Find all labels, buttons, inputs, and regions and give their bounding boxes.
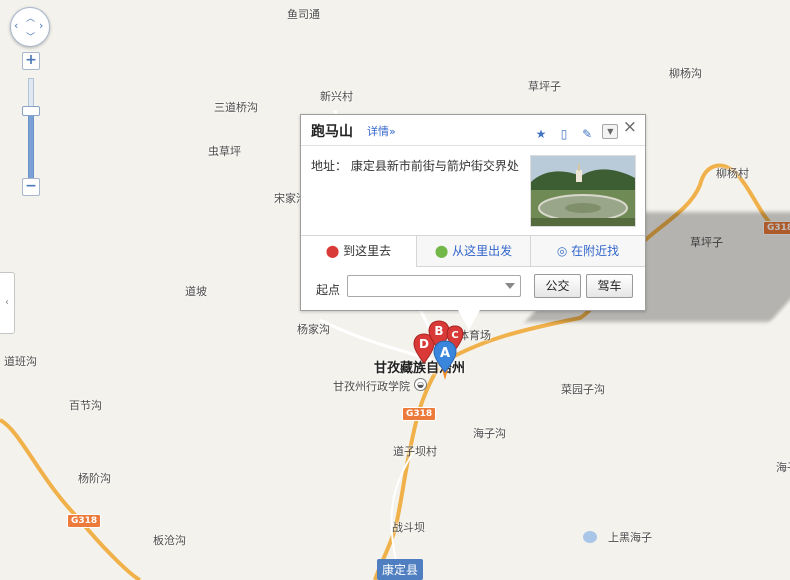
- popup-toolbar: ★ ▯ ✎ ▼: [531, 123, 619, 142]
- label-shangheihaizi: 上黑海子: [608, 531, 652, 544]
- highway-shield-g318-west: G318: [67, 514, 102, 528]
- divider: [301, 145, 645, 146]
- poi-photo[interactable]: [530, 155, 636, 227]
- label-sandaoqiaogou: 三道桥沟: [214, 101, 258, 114]
- pan-right-icon[interactable]: ›: [39, 19, 43, 32]
- label-daobangou: 道班沟: [4, 355, 37, 368]
- label-caiyuanzigou: 菜园子沟: [561, 383, 605, 396]
- road-ring: [390, 449, 416, 561]
- label-haizigou: 海子沟: [473, 427, 506, 440]
- school-icon: ◒: [414, 378, 427, 391]
- label-bancanggou: 板沧沟: [153, 534, 186, 547]
- marker-a[interactable]: A: [433, 340, 457, 380]
- label-haizi-right: 海子: [776, 461, 790, 474]
- popup-pointer: [457, 308, 481, 330]
- edit-icon[interactable]: ✎: [579, 126, 595, 142]
- highway-shield-g318-center: G318: [402, 407, 437, 421]
- address: 地址： 康定县新市前街与箭炉街交界处: [311, 157, 519, 174]
- close-button[interactable]: ×: [623, 117, 637, 137]
- label-liuyangcun: 柳杨村: [716, 167, 749, 180]
- zoom-out-button[interactable]: −: [22, 178, 40, 196]
- label-chongcaoping: 虫草坪: [208, 145, 241, 158]
- label-yangjiegou: 杨阶沟: [78, 472, 111, 485]
- pin-red-icon: ⬤: [325, 244, 340, 258]
- address-value: 康定县新市前街与箭炉街交界处: [350, 159, 519, 173]
- tab-go-here-label: 到这里去: [343, 244, 392, 258]
- tab-search-nearby-label: 在附近找: [571, 244, 620, 258]
- search-icon: ◎: [556, 244, 568, 258]
- start-input[interactable]: [347, 275, 521, 297]
- more-dropdown-icon[interactable]: ▼: [602, 124, 619, 139]
- chevron-down-icon[interactable]: [505, 283, 515, 289]
- bus-button[interactable]: 公交: [534, 274, 581, 298]
- favorite-star-icon[interactable]: ★: [533, 126, 549, 142]
- lake: [583, 531, 597, 543]
- tab-start-here-label: 从这里出发: [452, 244, 513, 258]
- marker-b-letter: B: [434, 324, 443, 338]
- pin-green-icon: ⬤: [434, 244, 449, 258]
- zoom-slider-level: [28, 115, 34, 180]
- poi-photo-image: [531, 156, 635, 226]
- side-panel-toggle[interactable]: ‹: [0, 272, 15, 334]
- zoom-in-button[interactable]: +: [22, 52, 40, 70]
- label-daozibacun: 道子坝村: [393, 445, 437, 458]
- label-daopo: 道坡: [185, 285, 207, 298]
- detail-link[interactable]: 详情»: [367, 123, 396, 139]
- start-label: 起点: [316, 283, 341, 297]
- zoom-slider-handle[interactable]: [22, 106, 40, 116]
- pan-left-icon[interactable]: ‹: [14, 19, 18, 32]
- label-zhandouba: 战斗坝: [392, 521, 425, 534]
- label-yusitong: 鱼司通: [287, 8, 320, 21]
- popup-tabs: ⬤ 到这里去 ⬤ 从这里出发 ◎ 在附近找: [301, 235, 645, 267]
- road-g318-south: [373, 366, 440, 580]
- label-xinxingcun: 新兴村: [320, 90, 353, 103]
- pan-down-icon[interactable]: ﹀: [26, 30, 35, 43]
- address-label: 地址：: [311, 159, 348, 173]
- label-baijiegou: 百节沟: [69, 399, 102, 412]
- send-to-phone-icon[interactable]: ▯: [556, 126, 572, 142]
- tab-start-here[interactable]: ⬤ 从这里出发: [417, 236, 530, 266]
- drive-button[interactable]: 驾车: [586, 274, 633, 298]
- poi-popup: 跑马山 详情» ★ ▯ ✎ ▼ × 地址： 康定县新市前街与箭炉街交界处 ⬤ 到…: [300, 114, 646, 311]
- tab-search-nearby[interactable]: ◎ 在附近找: [531, 236, 645, 266]
- pan-up-icon[interactable]: ︿: [26, 11, 35, 24]
- county-label: 康定县: [377, 559, 424, 580]
- tab-go-here[interactable]: ⬤ 到这里去: [301, 236, 416, 267]
- label-yangjiagou: 杨家沟: [297, 323, 330, 336]
- popup-title: 跑马山: [311, 124, 353, 140]
- label-caopingzi-top: 草坪子: [528, 80, 561, 93]
- pan-control[interactable]: ︿ ﹀ ‹ ›: [10, 7, 50, 47]
- label-liuyanggou-top: 柳杨沟: [669, 67, 702, 80]
- road-g318: [0, 418, 142, 580]
- label-xingzhengxueyuan: 甘孜州行政学院: [333, 380, 410, 393]
- marker-a-letter: A: [440, 346, 450, 361]
